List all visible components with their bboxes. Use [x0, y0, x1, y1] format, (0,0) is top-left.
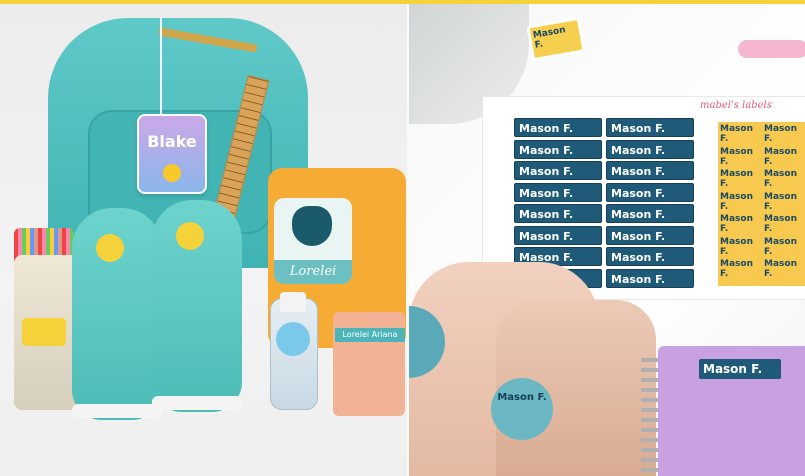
- clothing-tag-name: Mason F.: [532, 25, 567, 51]
- small-name-label: Mason F.: [764, 259, 797, 279]
- small-name-label: Mason F.: [720, 214, 753, 234]
- name-label: Mason F.: [606, 247, 694, 266]
- name-label: Mason F.: [514, 204, 602, 223]
- backpack-zipper: [158, 27, 258, 53]
- dog-icon: [292, 206, 332, 246]
- name-label: Mason F.: [514, 182, 602, 202]
- name-label: Mason F.: [606, 118, 694, 137]
- bottle-cap: [280, 292, 306, 312]
- name-label: Mason F.: [514, 225, 602, 245]
- left-sneaker-sole: [72, 404, 162, 418]
- shoe-circle-sticker: Mason F.: [491, 378, 553, 440]
- name-label: Mason F.: [514, 139, 602, 159]
- bag-tag: Blake: [137, 114, 207, 194]
- name-label: Mason F.: [606, 182, 694, 202]
- name-label: Mason F.: [606, 268, 694, 288]
- pencil-cup-label: [22, 318, 66, 346]
- brand-logo: mabel's labels: [700, 100, 772, 111]
- name-label: Mason F.: [514, 161, 602, 180]
- bag-tag-name: Blake: [147, 132, 197, 151]
- pink-pen: [738, 40, 805, 58]
- small-name-label: Mason F.: [720, 169, 753, 189]
- lunchbox-name: Lorelei: [274, 260, 352, 284]
- small-name-label: Mason F.: [764, 191, 797, 212]
- lunch-bag-label: Lorelei Ariana: [335, 328, 405, 342]
- left-shoe-sticker: [96, 234, 124, 262]
- small-name-label: Mason F.: [764, 236, 797, 257]
- small-name-label: Mason F.: [720, 259, 753, 279]
- bottle-sticker: [276, 322, 310, 356]
- right-shoe-sticker: [176, 222, 204, 250]
- small-name-label: Mason F.: [720, 146, 753, 167]
- shoe-sticker-name: Mason F.: [497, 392, 547, 403]
- small-name-label: Mason F.: [764, 124, 797, 144]
- small-name-label: Mason F.: [764, 214, 797, 234]
- sun-icon: [163, 164, 181, 182]
- notebook-label: Mason F.: [699, 359, 781, 379]
- name-label: Mason F.: [606, 139, 694, 159]
- small-name-label: Mason F.: [764, 169, 797, 189]
- name-label: Mason F.: [514, 118, 602, 137]
- small-name-label: Mason F.: [720, 236, 753, 257]
- name-label: Mason F.: [606, 225, 694, 245]
- small-name-label: Mason F.: [720, 191, 753, 212]
- bag-tag-string: [160, 18, 162, 116]
- name-label: Mason F.: [606, 161, 694, 180]
- small-name-label: Mason F.: [720, 124, 753, 144]
- small-name-label: Mason F.: [764, 146, 797, 167]
- right-sneaker-sole: [152, 396, 242, 410]
- name-label: Mason F.: [606, 204, 694, 223]
